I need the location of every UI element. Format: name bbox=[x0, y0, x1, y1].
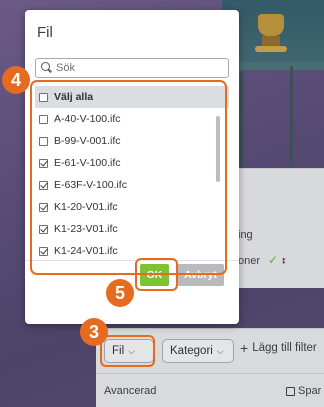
add-filter-button[interactable]: + Lägg till filter bbox=[240, 341, 317, 355]
search-box[interactable] bbox=[35, 58, 229, 78]
kategori-filter-label: Kategori bbox=[170, 345, 213, 357]
step-badge-5: 5 bbox=[106, 279, 134, 307]
highlight-file-list bbox=[30, 80, 227, 275]
panel-row-text: ing bbox=[238, 229, 253, 241]
search-input[interactable] bbox=[56, 62, 226, 74]
panel-row-label: oner bbox=[238, 255, 261, 267]
step-badge-3: 3 bbox=[80, 318, 108, 346]
check-icon: ✓ bbox=[268, 253, 279, 267]
plus-icon: + bbox=[240, 340, 249, 356]
save-button[interactable]: Spar bbox=[286, 385, 321, 397]
kategori-filter-chip[interactable]: Kategori ⌵ bbox=[162, 339, 234, 363]
model-element bbox=[262, 36, 280, 46]
chevron-down-icon: ⌵ bbox=[216, 345, 224, 356]
search-icon bbox=[40, 61, 54, 75]
model-element bbox=[290, 66, 293, 166]
save-icon bbox=[286, 386, 295, 396]
people-icon: ꔪ bbox=[282, 256, 287, 266]
model-element bbox=[258, 14, 284, 36]
panel-row-text: oner ✓ ꔪ bbox=[238, 253, 286, 267]
advanced-link[interactable]: Avancerad bbox=[104, 385, 156, 397]
save-label: Spar bbox=[298, 385, 322, 397]
highlight-ok-button bbox=[135, 258, 178, 291]
divider bbox=[96, 373, 324, 374]
highlight-fil-chip bbox=[100, 335, 155, 367]
dialog-title: Fil bbox=[37, 24, 53, 41]
background-side-panel: ing oner ✓ ꔪ bbox=[232, 168, 324, 288]
model-element bbox=[240, 72, 243, 167]
model-element bbox=[255, 46, 287, 52]
step-badge-4: 4 bbox=[2, 66, 30, 94]
add-filter-label: Lägg till filter bbox=[252, 342, 317, 354]
